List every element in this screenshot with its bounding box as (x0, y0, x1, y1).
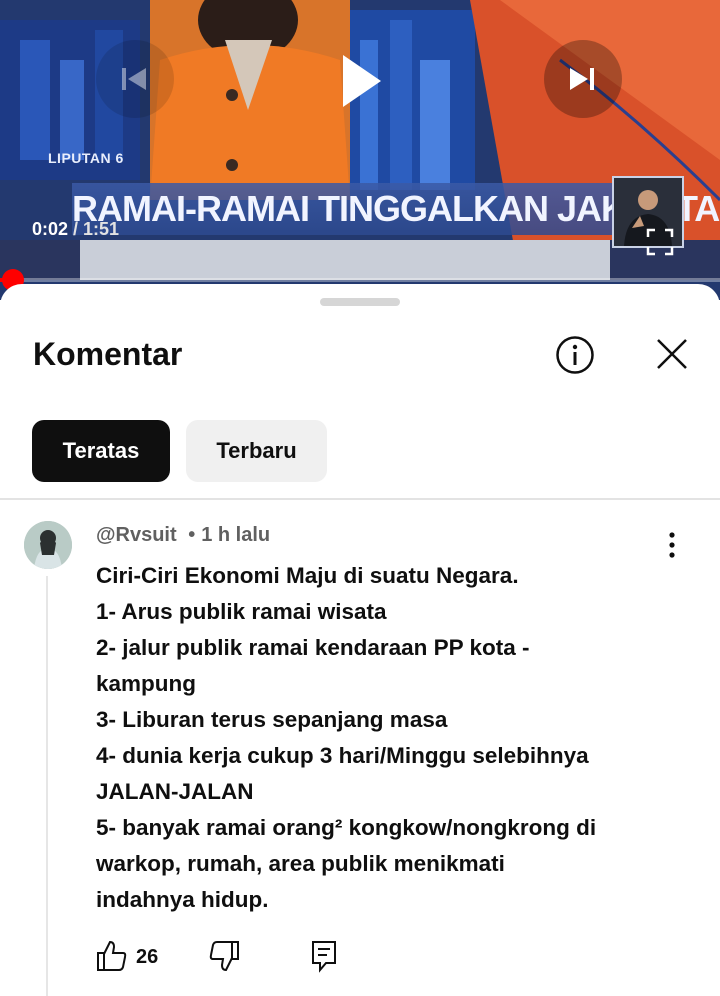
comment-line: 3- Liburan terus sepanjang masa (96, 707, 448, 732)
comment-author[interactable]: @Rvsuit (96, 524, 177, 546)
channel-label: LIPUTAN 6 (48, 150, 124, 166)
comment-line: indahnya hidup. (96, 887, 269, 912)
thumbs-up-icon (97, 940, 127, 971)
video-duration: / 1:51 (68, 219, 120, 239)
skip-next-icon (570, 68, 594, 90)
close-icon (657, 339, 687, 369)
comment-line: warkop, rumah, area publik menikmati (96, 851, 505, 876)
thumbs-down-icon (209, 941, 239, 972)
comment-line: 5- banyak ramai orang² kongkow/nongkrong… (96, 815, 597, 840)
comments-sheet: Komentar Teratas Terbaru @Rvsuit • 1 h la… (0, 284, 720, 996)
play-button[interactable] (322, 42, 400, 120)
tab-newest-comments[interactable]: Terbaru (186, 420, 327, 482)
previous-button[interactable] (96, 40, 174, 118)
fullscreen-button[interactable] (646, 228, 674, 256)
play-icon (343, 55, 381, 107)
comment-line: 1- Arus publik ramai wisata (96, 599, 387, 624)
comment-line: 4- dunia kerja cukup 3 hari/Minggu seleb… (96, 743, 589, 768)
current-time: 0:02 (32, 219, 69, 239)
thread-line (46, 576, 48, 996)
info-icon (556, 336, 594, 374)
sheet-title: Komentar (33, 336, 183, 372)
comment-line: kampung (96, 671, 197, 696)
dislike-button[interactable] (208, 939, 240, 973)
comment-meta: @Rvsuit • 1 h lalu (96, 524, 270, 547)
comment-time: 1 h lalu (201, 524, 271, 546)
skip-previous-icon (122, 68, 146, 90)
divider (0, 498, 720, 500)
progress-bar[interactable] (0, 278, 720, 282)
avatar[interactable] (24, 521, 72, 569)
meta-separator: • (188, 524, 196, 546)
tab-top-comments[interactable]: Teratas (32, 420, 170, 482)
comment-line: Ciri-Ciri Ekonomi Maju di suatu Negara. (96, 563, 519, 588)
fullscreen-icon (646, 228, 674, 256)
info-button[interactable] (555, 335, 595, 375)
drag-handle[interactable] (320, 298, 400, 306)
comment-line: 2- jalur publik ramai kendaraan PP kota … (96, 635, 530, 660)
more-vertical-icon (669, 532, 675, 558)
like-button[interactable] (96, 939, 128, 973)
video-headline: RAMAI-RAMAI TINGGALKAN JAKARTA (72, 188, 720, 229)
reply-button[interactable] (310, 939, 338, 973)
comment-more-button[interactable] (660, 530, 684, 560)
next-button[interactable] (544, 40, 622, 118)
like-count: 26 (136, 946, 159, 968)
video-timecode: 0:02 / 1:51 (32, 219, 119, 240)
video-player[interactable]: RAMAI-RAMAI TINGGALKAN JAKARTA LIPUTAN 6… (0, 0, 720, 300)
reply-comment-icon (312, 941, 336, 973)
close-button[interactable] (654, 336, 690, 372)
comment-text: Ciri-Ciri Ekonomi Maju di suatu Negara. … (96, 558, 696, 918)
comment-line: JALAN-JALAN (96, 779, 254, 804)
